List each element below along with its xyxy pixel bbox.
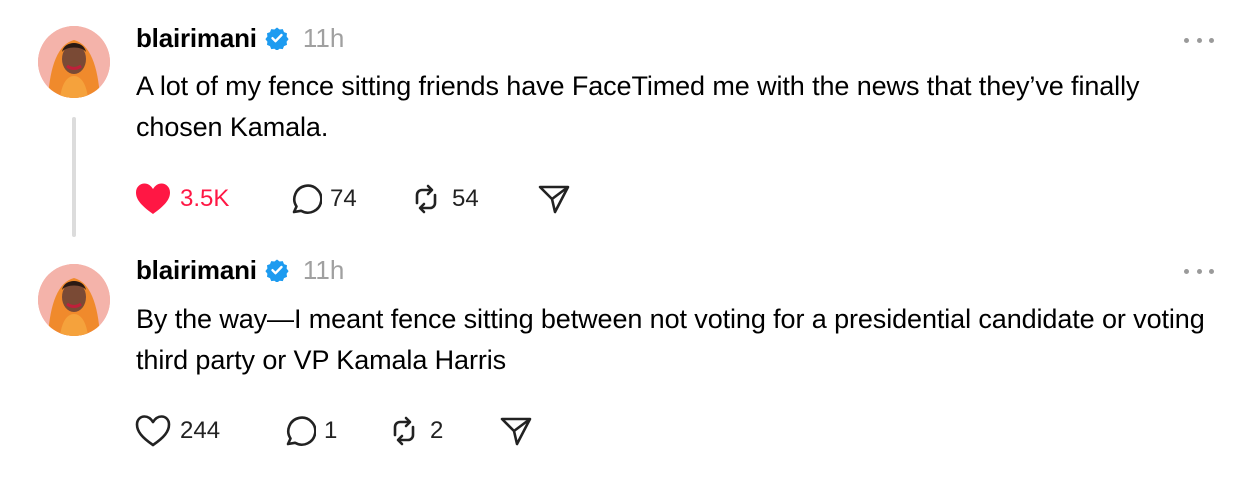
more-options-icon[interactable] bbox=[1184, 36, 1214, 44]
reply-count: 74 bbox=[330, 185, 357, 212]
like-button[interactable]: 3.5K bbox=[134, 179, 286, 219]
repost-button[interactable]: 54 bbox=[408, 179, 536, 219]
post-text: By the way—I meant fence sitting between… bbox=[136, 304, 1205, 375]
timestamp: 11h bbox=[302, 22, 345, 53]
avatar[interactable] bbox=[38, 26, 110, 98]
like-count: 244 bbox=[180, 417, 221, 444]
username[interactable]: blairimani bbox=[136, 255, 257, 286]
repost-count: 54 bbox=[452, 185, 479, 212]
repost-icon bbox=[415, 184, 437, 214]
heart-icon bbox=[135, 415, 171, 447]
reply-bubble-icon bbox=[292, 184, 322, 214]
repost-icon bbox=[393, 416, 415, 446]
thread-post: blairimani 11h By the way—I meant fence … bbox=[0, 240, 1254, 478]
share-button[interactable] bbox=[536, 179, 572, 219]
avatar-image bbox=[38, 26, 110, 98]
repost-button[interactable]: 2 bbox=[386, 411, 498, 451]
thread-connector-line bbox=[72, 117, 76, 237]
like-count: 3.5K bbox=[180, 185, 230, 212]
post-text: A lot of my fence sitting friends have F… bbox=[136, 71, 1140, 142]
reply-button[interactable]: 74 bbox=[286, 179, 408, 219]
share-icon bbox=[500, 417, 532, 446]
timestamp: 11h bbox=[302, 254, 345, 285]
repost-count: 2 bbox=[430, 417, 444, 444]
verified-badge-icon bbox=[265, 26, 289, 51]
avatar-image bbox=[38, 264, 110, 336]
verified-badge-icon bbox=[265, 258, 289, 283]
like-button[interactable]: 244 bbox=[134, 411, 280, 451]
share-icon bbox=[538, 185, 570, 214]
reply-count: 1 bbox=[324, 417, 338, 444]
thread-post: blairimani 11h A lot of my fence sitting… bbox=[0, 0, 1254, 240]
action-bar: 3.5K 74 54 bbox=[134, 179, 572, 219]
post-header: blairimani 11h bbox=[136, 254, 344, 286]
share-button[interactable] bbox=[498, 411, 534, 451]
heart-icon bbox=[136, 183, 170, 214]
avatar[interactable] bbox=[38, 264, 110, 336]
username[interactable]: blairimani bbox=[136, 23, 257, 54]
post-header: blairimani 11h bbox=[136, 22, 344, 54]
action-bar: 244 1 2 bbox=[134, 411, 534, 451]
reply-button[interactable]: 1 bbox=[280, 411, 386, 451]
reply-bubble-icon bbox=[286, 416, 316, 446]
more-options-icon[interactable] bbox=[1184, 267, 1214, 275]
